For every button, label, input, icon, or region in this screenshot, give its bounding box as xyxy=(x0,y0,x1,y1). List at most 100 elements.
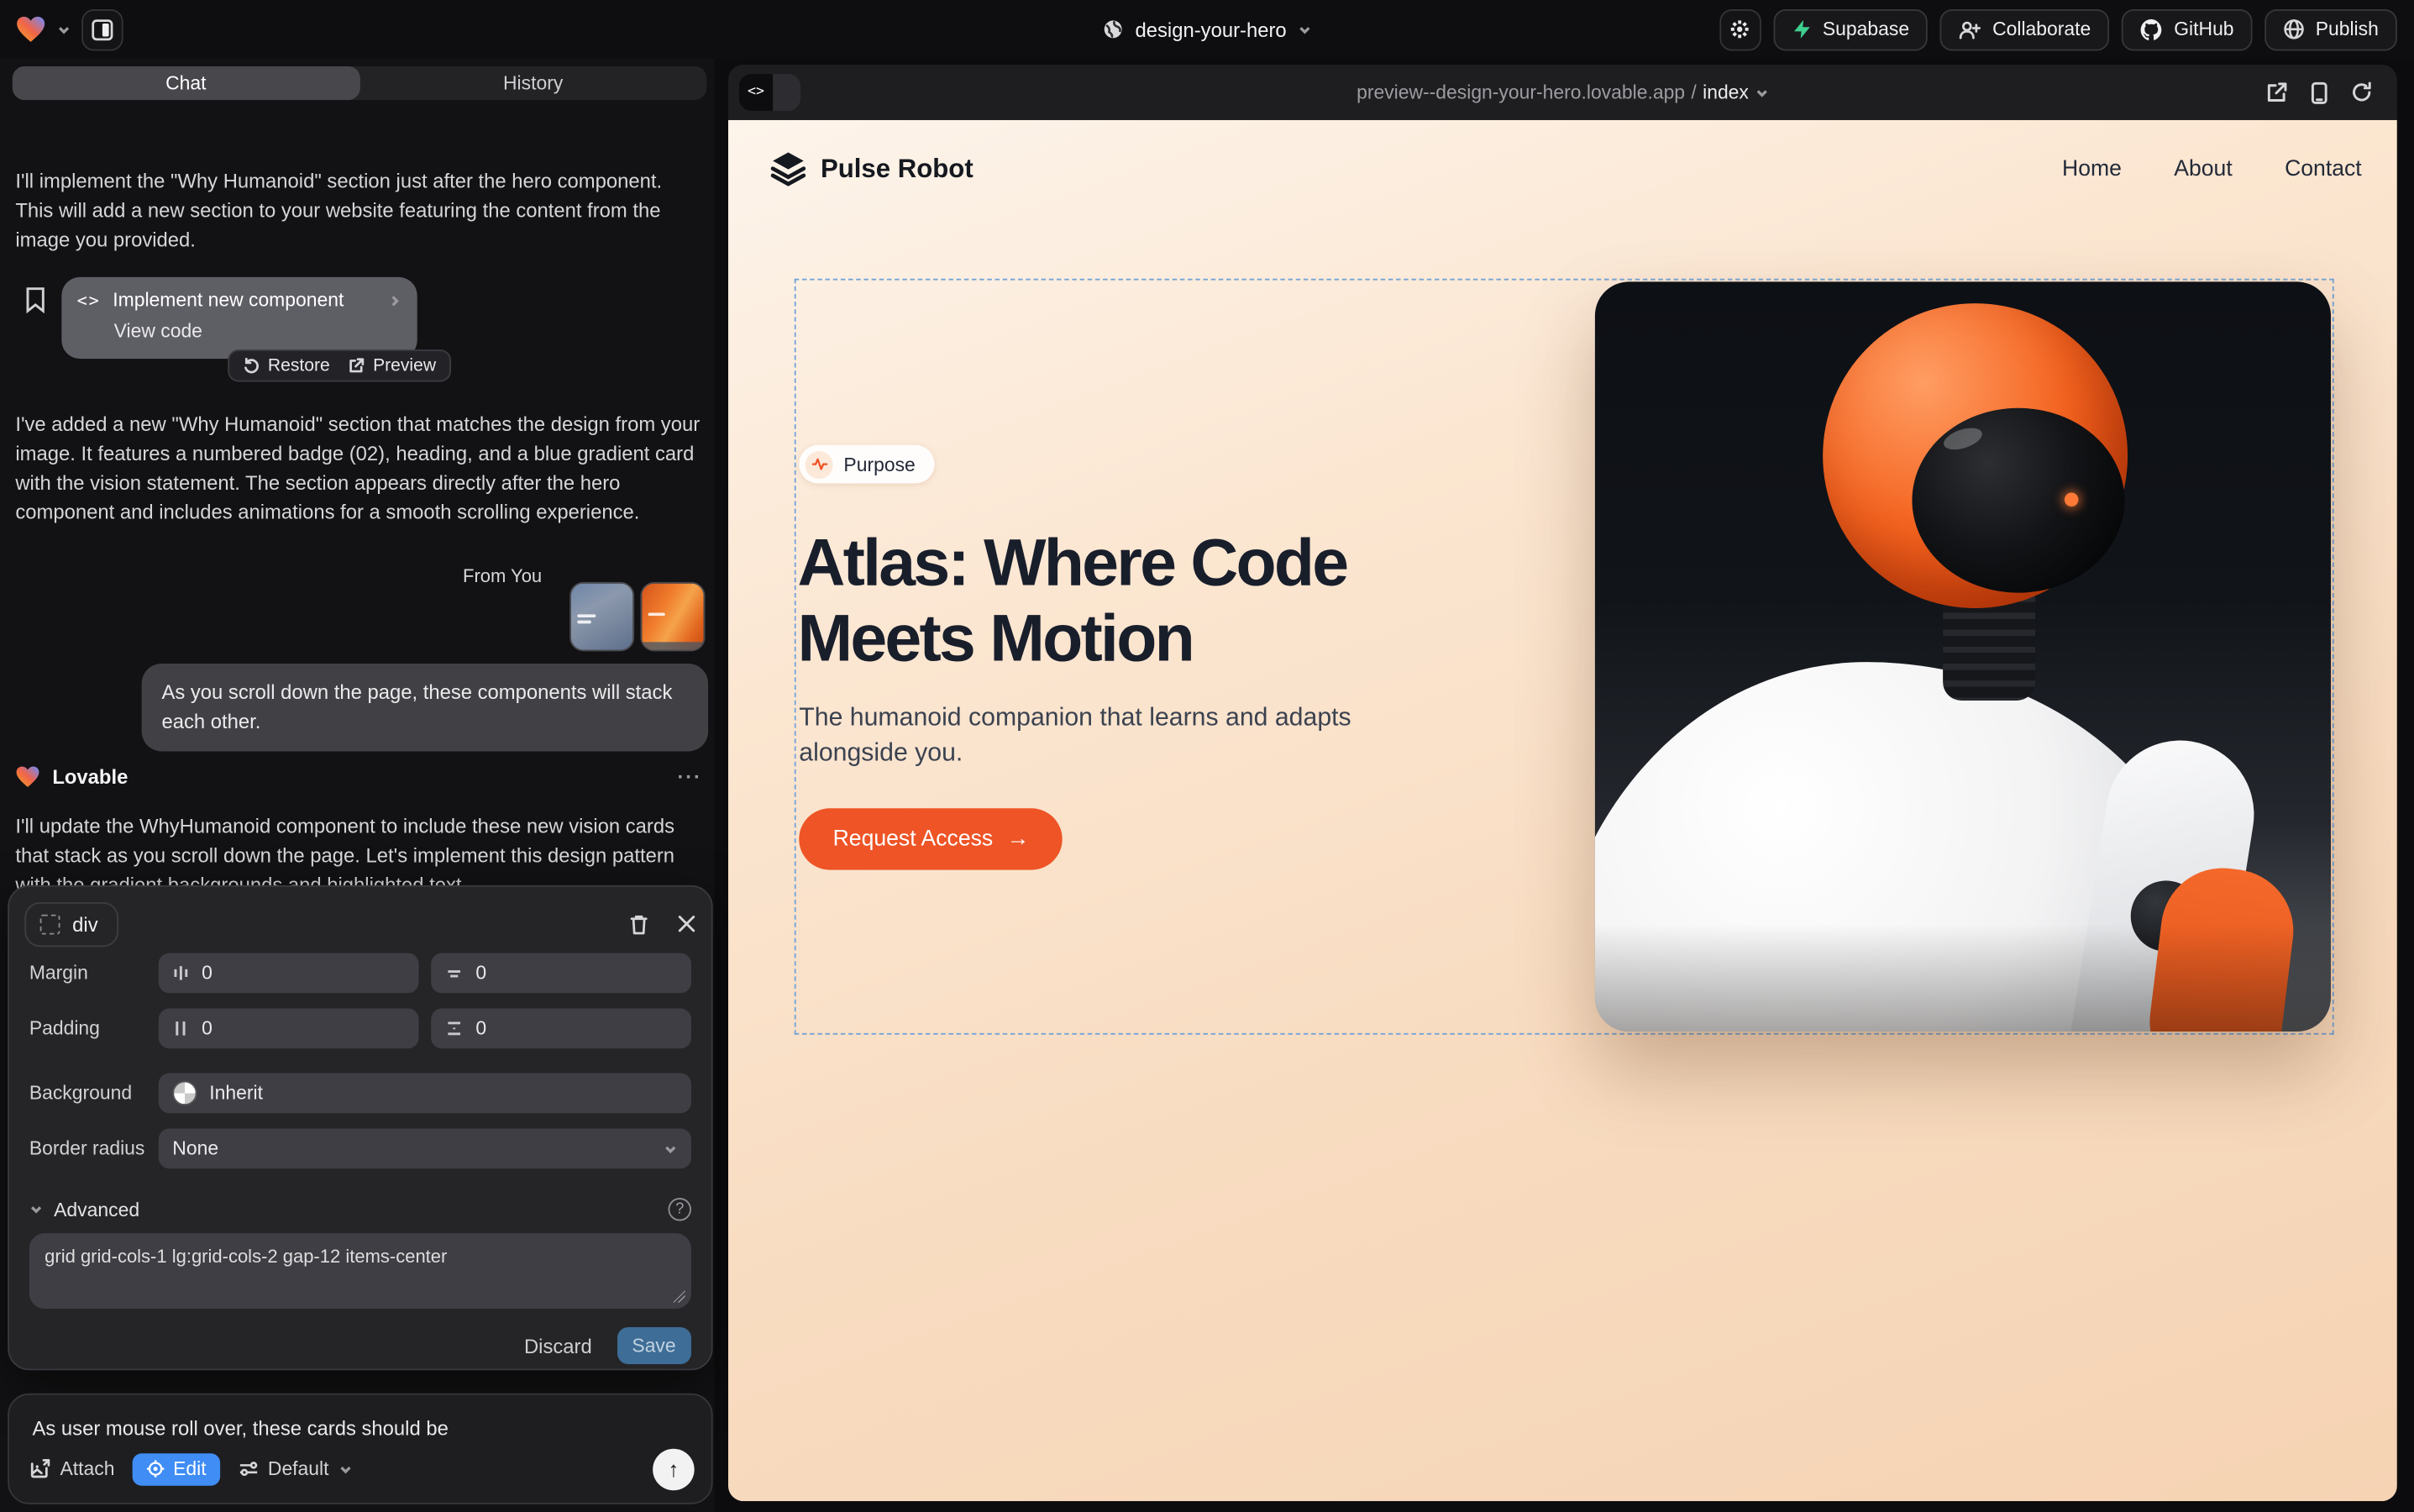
save-button[interactable]: Save xyxy=(617,1327,691,1364)
edit-label: Edit xyxy=(173,1458,206,1480)
publish-label: Publish xyxy=(2316,18,2379,40)
site-canvas: Pulse Robot Home About Contact Purpose A… xyxy=(728,120,2397,1501)
preview-url[interactable]: preview--design-your-hero.lovable.app / … xyxy=(728,65,2397,120)
border-radius-value: None xyxy=(172,1138,218,1160)
hero-badge-label: Purpose xyxy=(843,454,915,475)
tailwind-classes-value: grid grid-cols-1 lg:grid-cols-2 gap-12 i… xyxy=(45,1246,447,1268)
padding-x-input[interactable]: 0 xyxy=(159,1009,419,1049)
site-brand[interactable]: Pulse Robot xyxy=(769,152,973,186)
app-window: design-your-hero Supabase xyxy=(0,0,2414,1512)
close-icon[interactable] xyxy=(677,915,695,933)
border-radius-select[interactable]: None xyxy=(159,1129,691,1169)
view-code-link[interactable]: View code xyxy=(114,320,402,342)
hero-subtext: The humanoid companion that learns and a… xyxy=(799,701,1399,771)
message-menu-button[interactable]: ··· xyxy=(677,765,701,788)
pulse-icon xyxy=(806,450,833,478)
advanced-chevron-icon[interactable] xyxy=(29,1203,43,1216)
margin-y-input[interactable]: 0 xyxy=(431,953,691,994)
github-label: GitHub xyxy=(2174,18,2233,40)
site-navbar: Pulse Robot Home About Contact xyxy=(728,120,2397,218)
tab-chat-label: Chat xyxy=(165,72,206,94)
preview-pane: <> preview--design-your-hero.lovable.app… xyxy=(728,65,2397,1501)
preview-toolbar: <> preview--design-your-hero.lovable.app… xyxy=(728,65,2397,120)
tab-history-label: History xyxy=(503,72,563,94)
padding-label: Padding xyxy=(29,1018,159,1040)
padding-x-value: 0 xyxy=(202,1018,213,1040)
advanced-section-label[interactable]: Advanced xyxy=(54,1199,139,1221)
assistant-name: Lovable xyxy=(52,765,128,788)
robot-camera-dot xyxy=(2065,493,2078,507)
hero-heading-line1: Atlas: Where Code xyxy=(797,527,1346,602)
margin-x-icon xyxy=(172,963,189,982)
settings-button[interactable] xyxy=(1719,8,1761,50)
project-chevron-icon xyxy=(1297,23,1310,36)
preview-button[interactable]: Preview xyxy=(349,356,436,375)
collaborate-icon xyxy=(1959,19,1981,39)
background-label: Background xyxy=(29,1083,159,1105)
margin-x-value: 0 xyxy=(202,963,213,984)
hero-badge: Purpose xyxy=(799,445,933,484)
component-card-title: Implement new component xyxy=(113,290,344,312)
github-button[interactable]: GitHub xyxy=(2122,8,2253,50)
nav-link-contact[interactable]: Contact xyxy=(2285,157,2362,181)
external-link-icon xyxy=(349,357,365,374)
trash-icon[interactable] xyxy=(628,912,650,935)
code-icon: <> xyxy=(77,291,101,311)
refresh-icon[interactable] xyxy=(2351,81,2373,103)
github-icon xyxy=(2140,18,2163,40)
hero-heading: Atlas: Where Code Meets Motion xyxy=(797,527,1346,678)
composer-input[interactable]: As user mouse roll over, these cards sho… xyxy=(32,1416,688,1439)
from-you-label: From You xyxy=(463,565,542,587)
publish-button[interactable]: Publish xyxy=(2264,8,2397,50)
model-label: Default xyxy=(268,1458,329,1480)
bookmark-icon[interactable] xyxy=(24,286,46,314)
padding-y-input[interactable]: 0 xyxy=(431,1009,691,1049)
tailwind-classes-textarea[interactable]: grid grid-cols-1 lg:grid-cols-2 gap-12 i… xyxy=(29,1233,691,1309)
collaborate-button[interactable]: Collaborate xyxy=(1940,8,2110,50)
model-selector[interactable]: Default xyxy=(239,1458,352,1480)
assistant-message-1: I'll implement the "Why Humanoid" sectio… xyxy=(15,166,701,254)
gear-icon xyxy=(1729,18,1751,40)
mobile-view-icon[interactable] xyxy=(2311,81,2327,103)
preview-url-separator: / xyxy=(1691,81,1696,103)
request-access-button[interactable]: Request Access → xyxy=(799,808,1063,869)
attachment-thumbnail-1[interactable] xyxy=(569,582,634,651)
supabase-button[interactable]: Supabase xyxy=(1773,8,1928,50)
component-card[interactable]: <> Implement new component View code xyxy=(61,277,417,359)
discard-button[interactable]: Discard xyxy=(524,1334,592,1357)
supabase-icon xyxy=(1792,18,1812,40)
card-floor-shadow xyxy=(1595,924,2331,1032)
margin-x-input[interactable]: 0 xyxy=(159,953,419,994)
request-access-label: Request Access xyxy=(833,827,994,851)
card-hover-actions: Restore Preview xyxy=(228,349,451,381)
nav-link-about[interactable]: About xyxy=(2174,157,2232,181)
nav-link-home[interactable]: Home xyxy=(2062,157,2122,181)
border-radius-label: Border radius xyxy=(29,1138,159,1160)
hero-robot-image xyxy=(1595,281,2331,1032)
padding-y-icon xyxy=(445,1019,464,1037)
send-button[interactable]: ↑ xyxy=(653,1448,694,1489)
element-bounds-icon xyxy=(40,914,60,934)
arrow-right-icon: → xyxy=(1007,827,1030,851)
selected-element-pill[interactable]: div xyxy=(24,901,118,946)
attach-button[interactable]: Attach xyxy=(29,1458,115,1480)
attachment-thumbnail-2[interactable] xyxy=(640,582,705,651)
pulse-robot-logo-icon xyxy=(769,152,806,186)
color-swatch xyxy=(172,1081,197,1105)
model-chevron-icon xyxy=(338,1462,351,1475)
restore-button[interactable]: Restore xyxy=(244,356,330,375)
background-input[interactable]: Inherit xyxy=(159,1074,691,1114)
resize-handle[interactable] xyxy=(673,1290,685,1303)
edit-mode-button[interactable]: Edit xyxy=(133,1452,220,1484)
open-external-icon[interactable] xyxy=(2266,81,2288,103)
lovable-heart-icon xyxy=(15,765,39,788)
chat-history-tabs: Chat History xyxy=(13,66,707,100)
preview-url-page: index xyxy=(1703,81,1749,103)
restore-icon xyxy=(244,357,260,374)
help-icon[interactable]: ? xyxy=(668,1198,690,1221)
margin-label: Margin xyxy=(29,963,159,984)
tab-chat[interactable]: Chat xyxy=(13,66,359,100)
chevron-right-icon xyxy=(388,293,401,307)
chat-composer[interactable]: As user mouse roll over, these cards sho… xyxy=(8,1394,712,1504)
tab-history[interactable]: History xyxy=(359,66,706,100)
